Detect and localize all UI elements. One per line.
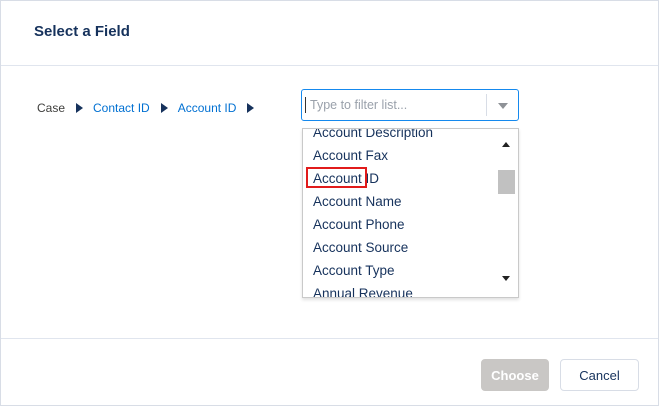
list-option[interactable]: Account Description <box>303 128 498 144</box>
arrow-right-icon <box>76 103 84 113</box>
arrow-right-icon <box>247 103 255 113</box>
cancel-button[interactable]: Cancel <box>560 359 639 391</box>
dropdown-toggle-button[interactable] <box>488 91 518 119</box>
breadcrumb: Case Contact ID Account ID <box>37 100 264 116</box>
option-label: Account Phone <box>313 217 405 232</box>
text-cursor <box>305 97 306 113</box>
choose-button[interactable]: Choose <box>481 359 549 391</box>
list-option[interactable]: Annual Revenue <box>303 282 498 298</box>
option-label: Account Name <box>313 194 402 209</box>
option-label: Account Type <box>313 263 395 278</box>
field-combobox[interactable] <box>301 89 519 121</box>
scroll-up-icon[interactable] <box>502 142 510 147</box>
select-field-dialog: Select a Field Case Contact ID Account I… <box>0 0 659 406</box>
combobox-divider <box>486 94 487 116</box>
list-option[interactable]: Account Phone <box>303 213 498 236</box>
option-label: Account Source <box>313 240 409 255</box>
option-label: Annual Revenue <box>313 286 413 298</box>
breadcrumb-root: Case <box>37 101 66 115</box>
scroll-thumb[interactable] <box>498 170 515 194</box>
option-label: Account Fax <box>313 148 389 163</box>
list-option[interactable]: Account Source <box>303 236 498 259</box>
chevron-down-icon <box>498 103 508 109</box>
options-list: Account Description Account Fax Account … <box>303 128 498 298</box>
list-option[interactable]: Account Type <box>303 259 498 282</box>
selection-outline <box>306 167 367 188</box>
breadcrumb-link-account-id[interactable]: Account ID <box>178 101 237 115</box>
option-label: Account Description <box>313 128 434 140</box>
listbox-scrollbar[interactable] <box>497 130 515 296</box>
scroll-down-icon[interactable] <box>502 276 510 281</box>
dialog-footer: Choose Cancel <box>1 338 658 407</box>
list-option[interactable]: Account Name <box>303 190 498 213</box>
dialog-header: Select a Field <box>1 1 658 66</box>
field-listbox[interactable]: Account Description Account Fax Account … <box>302 128 519 298</box>
dialog-title: Select a Field <box>34 23 130 40</box>
filter-input[interactable] <box>310 96 480 114</box>
list-option[interactable]: Account Fax <box>303 144 498 167</box>
breadcrumb-link-contact-id[interactable]: Contact ID <box>93 101 150 115</box>
list-option-selected[interactable]: Account ID <box>303 167 498 190</box>
arrow-right-icon <box>160 103 168 113</box>
